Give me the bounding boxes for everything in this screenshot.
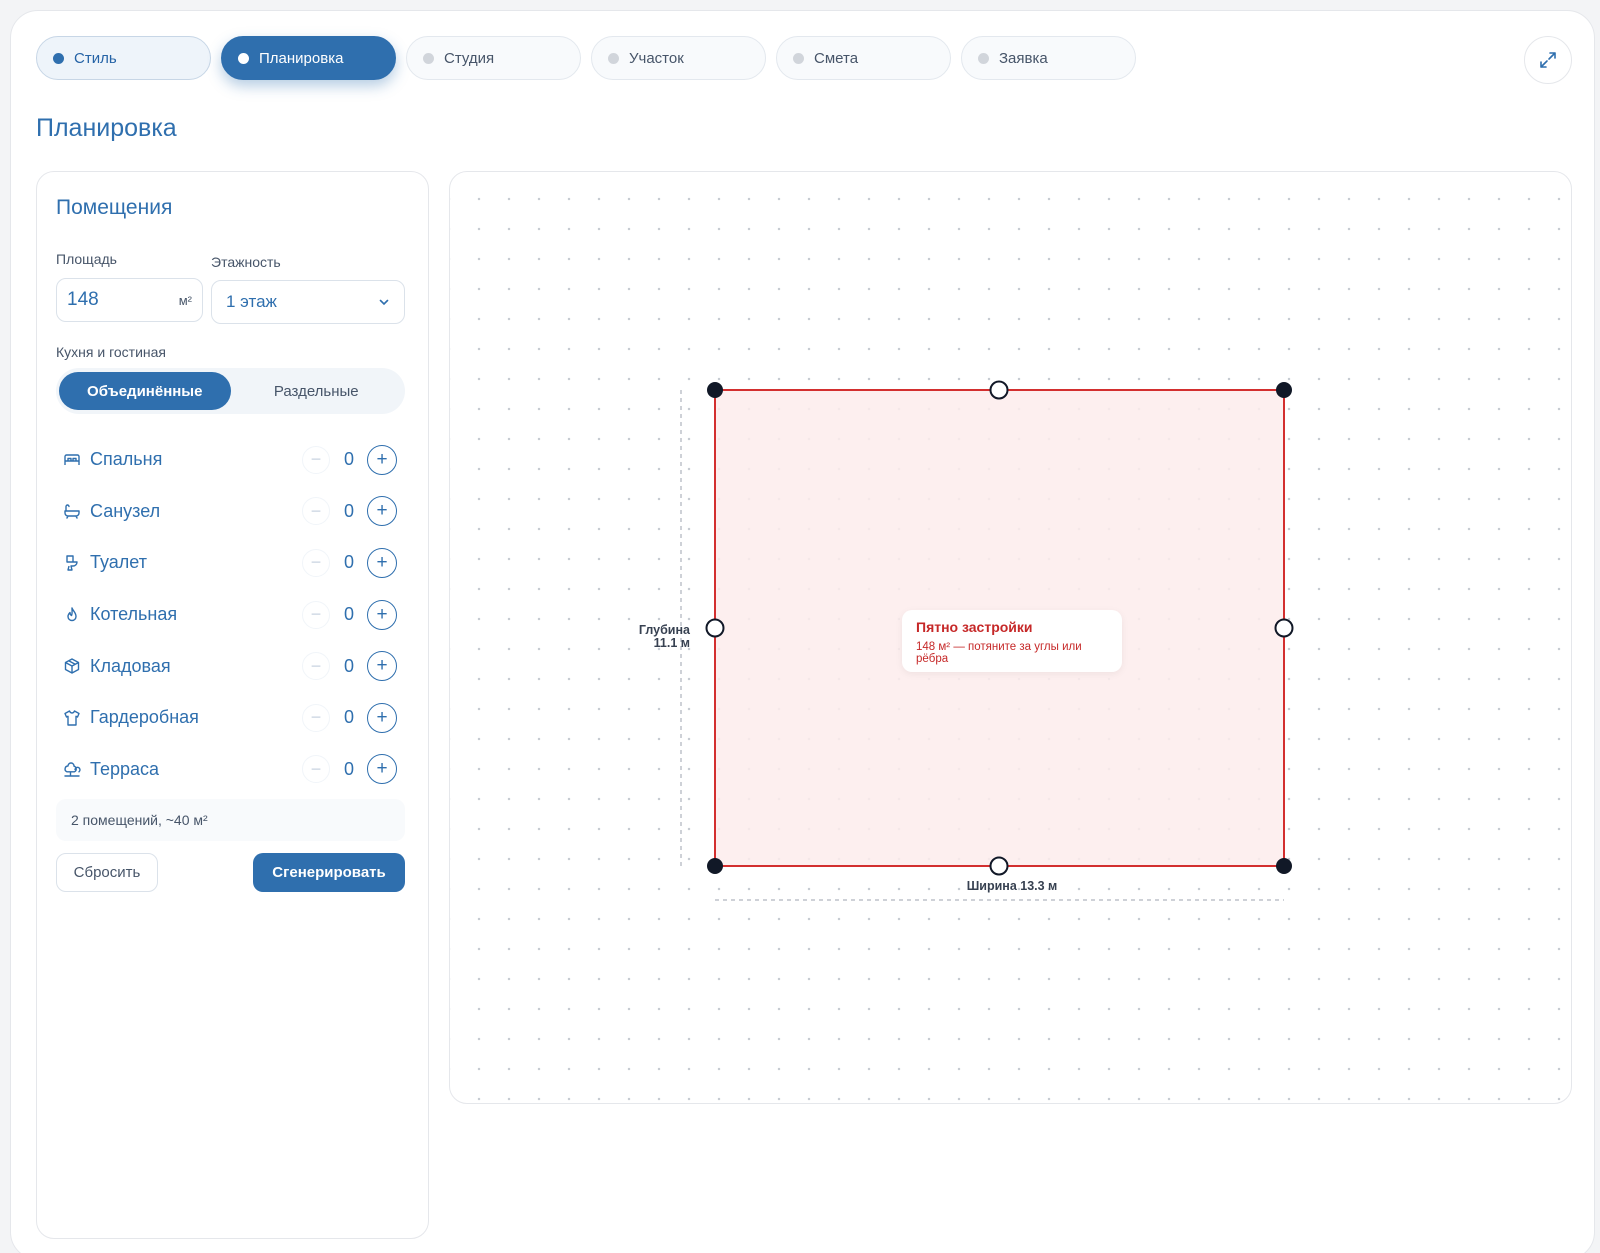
- layout-canvas[interactable]: Пятно застройки 148 м² — потяните за угл…: [449, 171, 1572, 1104]
- tab-layout[interactable]: Планировка: [221, 36, 396, 80]
- rooms-panel: Помещения Площадь Этажность 148 м² 1 эта…: [36, 171, 429, 1239]
- increment-button[interactable]: +: [367, 496, 397, 527]
- corner-handle-bottom-right[interactable]: [1276, 858, 1292, 874]
- kitchen-combined-option[interactable]: Объединённые: [59, 372, 231, 410]
- increment-button[interactable]: +: [367, 702, 397, 733]
- edge-handle-left[interactable]: [705, 618, 725, 638]
- tab-status-dot: [608, 52, 619, 64]
- expand-icon: [1540, 52, 1556, 68]
- increment-button[interactable]: +: [367, 599, 397, 630]
- edge-handle-bottom[interactable]: [989, 856, 1009, 876]
- toilet-icon: [62, 553, 82, 573]
- room-label: Санузел: [90, 500, 161, 521]
- box-icon: [62, 656, 82, 676]
- room-count: 0: [343, 449, 354, 470]
- tab-estimate[interactable]: Смета: [776, 36, 951, 80]
- depth-label-value: 11.1 м: [653, 636, 690, 650]
- room-row-terrace: Терраса − 0 +: [62, 744, 405, 796]
- room-row-wardrobe: Гардеробная − 0 +: [62, 692, 405, 744]
- edge-handle-top[interactable]: [989, 380, 1009, 400]
- kitchen-toggle: Объединённые Раздельные: [56, 368, 405, 414]
- bed-icon: [62, 450, 82, 470]
- tab-label: Заявка: [999, 49, 1048, 67]
- edge-handle-right[interactable]: [1274, 618, 1294, 638]
- room-count: 0: [343, 552, 354, 573]
- room-label: Кладовая: [90, 655, 171, 676]
- tab-status-dot: [978, 52, 989, 64]
- room-list: Спальня − 0 + Санузел − 0 + Туалет − 0 +…: [62, 434, 405, 795]
- shirt-icon: [62, 708, 82, 728]
- room-label: Спальня: [90, 449, 163, 470]
- tab-status-dot: [238, 52, 249, 64]
- decrement-button[interactable]: −: [302, 600, 330, 629]
- room-row-storage: Кладовая − 0 +: [62, 640, 405, 692]
- tab-label: Студия: [444, 49, 495, 67]
- increment-button[interactable]: +: [367, 754, 397, 785]
- room-count: 0: [343, 707, 354, 728]
- room-count: 0: [343, 500, 354, 521]
- panel-title: Помещения: [56, 196, 173, 219]
- room-count: 0: [343, 758, 354, 779]
- tab-label: Участок: [629, 49, 684, 67]
- tab-plot[interactable]: Участок: [591, 36, 766, 80]
- decrement-button[interactable]: −: [302, 548, 330, 577]
- footprint-hint: 148 м² — потяните за углы или рёбра: [916, 641, 1082, 665]
- tab-request[interactable]: Заявка: [961, 36, 1136, 80]
- app-window: Стиль Планировка Студия Участок Смета За…: [10, 10, 1595, 1253]
- room-label: Гардеробная: [90, 707, 199, 728]
- flame-icon: [62, 605, 82, 625]
- fullscreen-button[interactable]: [1524, 36, 1572, 84]
- decrement-button[interactable]: −: [302, 755, 330, 784]
- floors-label: Этажность: [211, 254, 281, 270]
- room-row-bedroom: Спальня − 0 +: [62, 434, 405, 486]
- room-row-bathroom: Санузел − 0 +: [62, 486, 405, 538]
- increment-button[interactable]: +: [367, 651, 397, 682]
- decrement-button[interactable]: −: [302, 652, 330, 681]
- area-label: Площадь: [56, 251, 117, 267]
- footprint-info-card: Пятно застройки 148 м² — потяните за угл…: [902, 610, 1122, 672]
- bathtub-icon: [62, 501, 82, 521]
- kitchen-separate-option[interactable]: Раздельные: [231, 372, 403, 410]
- room-count: 0: [343, 655, 354, 676]
- rooms-summary: 2 помещений, ~40 м²: [56, 799, 405, 841]
- tab-status-dot: [53, 52, 64, 64]
- room-label: Котельная: [90, 604, 178, 625]
- footprint-title: Пятно застройки: [916, 619, 1033, 635]
- tree-icon: [62, 759, 82, 779]
- kitchen-label: Кухня и гостиная: [56, 344, 166, 360]
- tab-status-dot: [793, 52, 804, 64]
- area-value: 148: [67, 289, 99, 310]
- room-row-boiler: Котельная − 0 +: [62, 589, 405, 641]
- floors-select[interactable]: 1 этаж: [211, 280, 405, 324]
- reset-button[interactable]: Сбросить: [56, 853, 158, 892]
- corner-handle-top-left[interactable]: [707, 382, 723, 398]
- depth-label: Глубина 11.1 м: [600, 624, 690, 650]
- tab-label: Стиль: [74, 49, 117, 67]
- corner-handle-top-right[interactable]: [1276, 382, 1292, 398]
- tab-label: Планировка: [259, 49, 344, 67]
- decrement-button[interactable]: −: [302, 497, 330, 526]
- area-input[interactable]: 148 м²: [56, 278, 203, 322]
- increment-button[interactable]: +: [367, 547, 397, 578]
- floors-value: 1 этаж: [226, 292, 277, 311]
- room-label: Терраса: [90, 758, 160, 779]
- decrement-button[interactable]: −: [302, 703, 330, 732]
- step-tabs: Стиль Планировка Студия Участок Смета За…: [36, 36, 1136, 80]
- tab-status-dot: [423, 52, 434, 64]
- decrement-button[interactable]: −: [302, 445, 330, 474]
- tab-studio[interactable]: Студия: [406, 36, 581, 80]
- corner-handle-bottom-left[interactable]: [707, 858, 723, 874]
- room-label: Туалет: [90, 552, 147, 573]
- area-unit: м²: [178, 292, 192, 308]
- width-label: Ширина 13.3 м: [966, 879, 1058, 893]
- increment-button[interactable]: +: [367, 444, 397, 475]
- tab-style[interactable]: Стиль: [36, 36, 211, 80]
- page-title: Планировка: [36, 114, 177, 142]
- chevron-down-icon: [379, 299, 389, 306]
- tab-label: Смета: [814, 49, 859, 67]
- room-count: 0: [343, 604, 354, 625]
- room-row-toilet: Туалет − 0 +: [62, 537, 405, 589]
- generate-button[interactable]: Сгенерировать: [253, 853, 405, 892]
